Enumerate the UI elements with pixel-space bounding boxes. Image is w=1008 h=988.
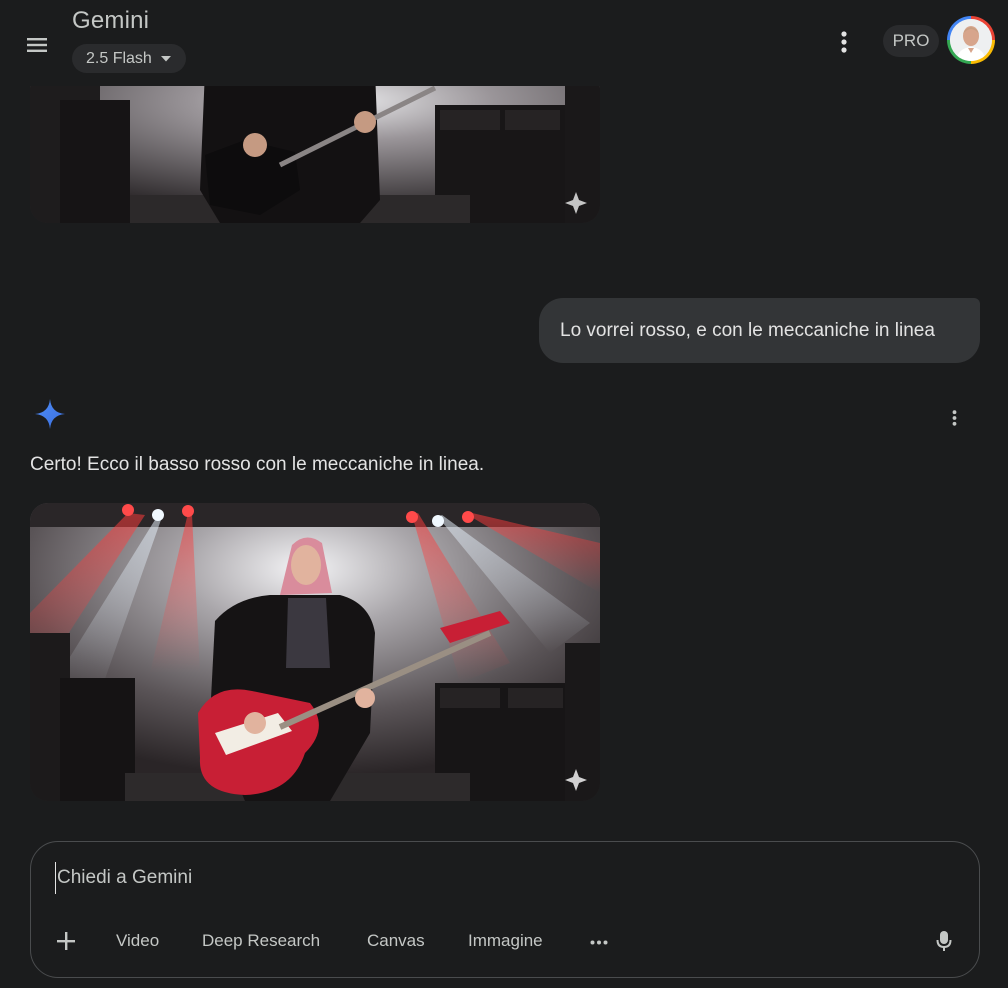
user-message-text: Lo vorrei rosso, e con le meccaniche in … (560, 319, 935, 341)
avatar[interactable] (947, 16, 995, 64)
response-text: Certo! Ecco il basso rosso con le meccan… (30, 454, 485, 475)
mic-icon[interactable] (931, 928, 957, 954)
response-more-icon[interactable] (940, 404, 968, 432)
prompt-composer: Video Deep Research Canvas Immagine (30, 841, 980, 978)
more-horiz-icon[interactable] (587, 932, 611, 952)
top-bar: Gemini 2.5 Flash PRO (0, 0, 1008, 86)
more-vert-icon[interactable] (830, 28, 858, 56)
tool-video-button[interactable]: Video (116, 931, 159, 951)
prompt-input[interactable] (55, 862, 935, 894)
app-title: Gemini (72, 7, 150, 34)
generated-image[interactable] (30, 70, 600, 223)
model-selector-button[interactable]: 2.5 Flash (72, 44, 186, 73)
generated-image-red-bass[interactable] (30, 503, 600, 801)
chevron-down-icon (160, 55, 171, 61)
user-message-bubble: Lo vorrei rosso, e con le meccaniche in … (539, 298, 980, 363)
plus-icon[interactable] (53, 928, 79, 954)
menu-icon[interactable] (22, 30, 52, 60)
pro-badge[interactable]: PRO (883, 25, 939, 57)
gemini-spark-icon (34, 398, 66, 430)
model-selector-label: 2.5 Flash (86, 49, 152, 67)
tool-image-button[interactable]: Immagine (468, 931, 543, 951)
gemini-chat-page: Gemini 2.5 Flash PRO Lo vorrei rosso, e … (0, 0, 1008, 988)
tool-deep-research-button[interactable]: Deep Research (202, 931, 320, 951)
tool-canvas-button[interactable]: Canvas (367, 931, 425, 951)
